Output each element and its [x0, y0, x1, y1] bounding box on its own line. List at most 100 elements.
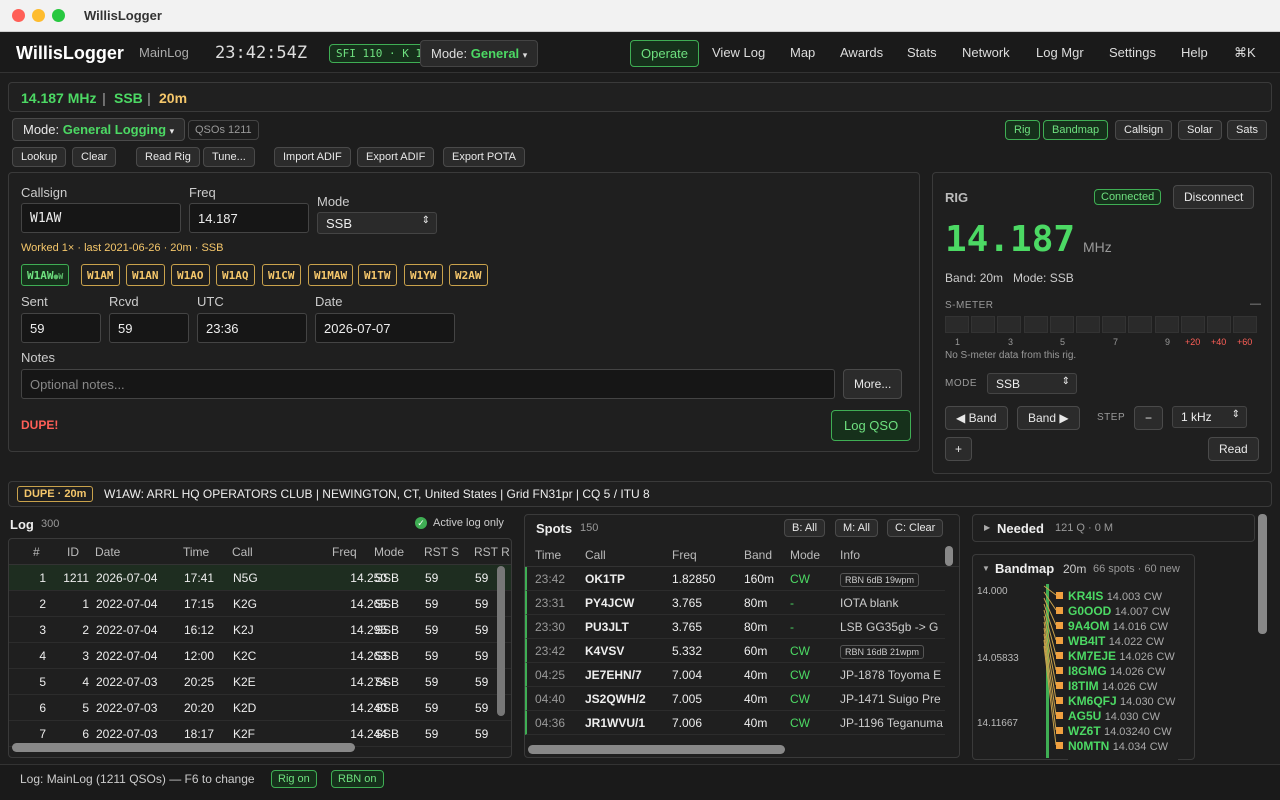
log-vertical-scrollbar[interactable] [497, 566, 505, 716]
rst-rcvd-input[interactable]: 59 [109, 313, 189, 343]
log-table-row[interactable]: 5 4 2022-07-03 20:25 K2E 14.274 SSB 59 59 [9, 669, 511, 695]
clear-filter-button[interactable]: C: Clear [887, 519, 944, 537]
nav-log-mgr[interactable]: Log Mgr [1036, 45, 1084, 60]
spot-row[interactable]: 04:36 JR1WVU/1 7.006 40m CW JP-1196 Teganuma [525, 711, 945, 735]
band-filter-button[interactable]: B: All [784, 519, 826, 537]
log-column-header[interactable]: Call [232, 545, 253, 559]
spot-row[interactable]: 23:31 PY4JCW 3.765 80m - IOTA blank [525, 591, 945, 615]
toggle-sats-panel[interactable]: Sats [1227, 120, 1268, 140]
log-column-header[interactable]: RST S [424, 545, 459, 559]
band-down-button[interactable]: ◀ Band [945, 406, 1008, 430]
bandmap-spot[interactable]: KM6QFJ 14.030 CW [1056, 694, 1175, 708]
close-window-button[interactable] [12, 9, 25, 22]
callsign-input[interactable]: W1AW [21, 203, 181, 233]
log-column-header[interactable]: Freq [332, 545, 357, 559]
tune-button[interactable]: Tune... [203, 147, 255, 167]
bandmap-spot[interactable]: N0MTN 14.034 CW [1056, 739, 1168, 753]
status-rbn-badge[interactable]: RBN on [331, 770, 384, 788]
spot-row[interactable]: 23:42 OK1TP 1.82850 160m CW RBN 6dB 19wpm [525, 567, 945, 591]
nav-help[interactable]: Help [1181, 45, 1208, 60]
nav-map[interactable]: Map [790, 45, 815, 60]
partial-match-chip[interactable]: W1AW●W [21, 264, 70, 286]
spots-column-header[interactable]: Time [535, 548, 561, 562]
rig-mode-select[interactable]: SSB ⇕ [987, 373, 1077, 394]
utc-input[interactable]: 23:36 [197, 313, 307, 343]
spots-column-header[interactable]: Band [744, 548, 772, 562]
command-palette-button[interactable]: ⌘K [1234, 45, 1256, 61]
spot-row[interactable]: 23:30 PU3JLT 3.765 80m - LSB GG35gb -> G [525, 615, 945, 639]
partial-match-chip[interactable]: W1AM [81, 264, 120, 286]
bandmap-spot[interactable]: I8TIM 14.026 CW [1056, 679, 1157, 693]
partial-match-chip[interactable]: W1MAW [308, 264, 354, 286]
status-rig-badge[interactable]: Rig on [271, 770, 317, 788]
log-column-header[interactable]: Mode [374, 545, 404, 559]
disconnect-button[interactable]: Disconnect [1173, 185, 1255, 209]
bandmap-spot[interactable]: G0OOD 14.007 CW [1056, 604, 1170, 618]
sidebar-scrollbar[interactable] [1258, 514, 1267, 634]
freq-input[interactable]: 14.187 [189, 203, 309, 233]
spot-row[interactable]: 04:40 JS2QWH/2 7.005 40m CW JP-1471 Suigo Pre [525, 687, 945, 711]
log-table-row[interactable]: 1 1211 2026-07-04 17:41 N5G 14.250 SSB 59 59 [9, 565, 511, 591]
nav-awards[interactable]: Awards [840, 45, 883, 60]
spots-column-header[interactable]: Info [840, 548, 860, 562]
minimize-window-button[interactable] [32, 9, 45, 22]
mode-filter-button[interactable]: M: All [835, 519, 878, 537]
toggle-solar-panel[interactable]: Solar [1178, 120, 1222, 140]
log-table-row[interactable]: 2 1 2022-07-04 17:15 K2G 14.265 SSB 59 59 [9, 591, 511, 617]
bandmap-spot[interactable]: 9A4OM 14.016 CW [1056, 619, 1168, 633]
partial-match-chip[interactable]: W1AQ [216, 264, 255, 286]
partial-match-chip[interactable]: W1AO [171, 264, 210, 286]
mode-select[interactable]: SSB ⇕ [317, 212, 437, 234]
partial-match-chip[interactable]: W1AN [126, 264, 165, 286]
step-plus-button[interactable]: + [945, 437, 973, 461]
log-horizontal-scrollbar[interactable] [12, 743, 355, 752]
spots-column-header[interactable]: Freq [672, 548, 697, 562]
spots-vertical-scrollbar[interactable] [945, 546, 953, 566]
toggle-callsign-panel[interactable]: Callsign [1115, 120, 1173, 140]
log-table-row[interactable]: 3 2 2022-07-04 16:12 K2J 14.295 SSB 59 59 [9, 617, 511, 643]
partial-match-chip[interactable]: W1YW [404, 264, 443, 286]
partial-match-chip[interactable]: W2AW [449, 264, 488, 286]
nav-settings[interactable]: Settings [1109, 45, 1156, 60]
bandmap-spot[interactable]: KR4IS 14.003 CW [1056, 589, 1162, 603]
date-input[interactable]: 2026-07-07 [315, 313, 455, 343]
mode-select[interactable]: Mode: General ▾ [420, 40, 539, 67]
log-table-row[interactable]: 4 3 2022-07-04 12:00 K2C 14.263 SSB 59 59 [9, 643, 511, 669]
spots-column-header[interactable]: Call [585, 548, 606, 562]
partial-match-chip[interactable]: W1TW [358, 264, 397, 286]
nav-operate[interactable]: Operate [630, 40, 699, 67]
nav-network[interactable]: Network [962, 45, 1010, 60]
spot-row[interactable]: 04:25 JE7EHN/7 7.004 40m CW JP-1878 Toyoma E [525, 663, 945, 687]
solar-badge[interactable]: SFI 110 · K 1 [329, 44, 430, 63]
partial-match-chip[interactable]: W1CW [262, 264, 301, 286]
log-column-header[interactable]: # [33, 545, 40, 559]
spot-row[interactable]: 23:42 K4VSV 5.332 60m CW RBN 16dB 21wpm [525, 639, 945, 663]
log-column-header[interactable]: ID [67, 545, 79, 559]
lookup-button[interactable]: Lookup [12, 147, 67, 167]
notes-input[interactable]: Optional notes... [21, 369, 835, 399]
spots-column-header[interactable]: Mode [790, 548, 820, 562]
band-up-button[interactable]: Band ▶ [1017, 406, 1080, 430]
toggle-bandmap-panel[interactable]: Bandmap [1043, 120, 1109, 140]
log-column-header[interactable]: RST R [474, 545, 510, 559]
bandmap-spot[interactable]: WZ6T 14.03240 CW [1056, 724, 1172, 738]
read-rig-freq-button[interactable]: Read [1208, 437, 1259, 461]
import-adif-button[interactable]: Import ADIF [274, 147, 351, 167]
toggle-rig-panel[interactable]: Rig [1005, 120, 1040, 140]
bandmap-spot[interactable]: KM7EJE 14.026 CW [1056, 649, 1175, 663]
nav-stats[interactable]: Stats [907, 45, 937, 60]
log-table-row[interactable]: 6 5 2022-07-03 20:20 K2D 14.240 SSB 59 59 [9, 695, 511, 721]
more-button[interactable]: More... [843, 369, 903, 399]
nav-view-log[interactable]: View Log [712, 45, 765, 60]
log-qso-button[interactable]: Log QSO [831, 410, 912, 441]
step-select[interactable]: 1 kHz ⇕ [1172, 406, 1247, 428]
bandmap-spot[interactable]: WB4IT 14.022 CW [1056, 634, 1164, 648]
step-minus-button[interactable]: − [1134, 406, 1164, 430]
clear-button[interactable]: Clear [72, 147, 117, 167]
export-pota-button[interactable]: Export POTA [443, 147, 525, 167]
active-log-checkbox[interactable]: ✓ [415, 517, 427, 529]
bandmap-spot[interactable]: AG5U 14.030 CW [1056, 709, 1160, 723]
log-column-header[interactable]: Time [183, 545, 209, 559]
read-rig-button[interactable]: Read Rig [136, 147, 200, 167]
export-adif-button[interactable]: Export ADIF [357, 147, 435, 167]
